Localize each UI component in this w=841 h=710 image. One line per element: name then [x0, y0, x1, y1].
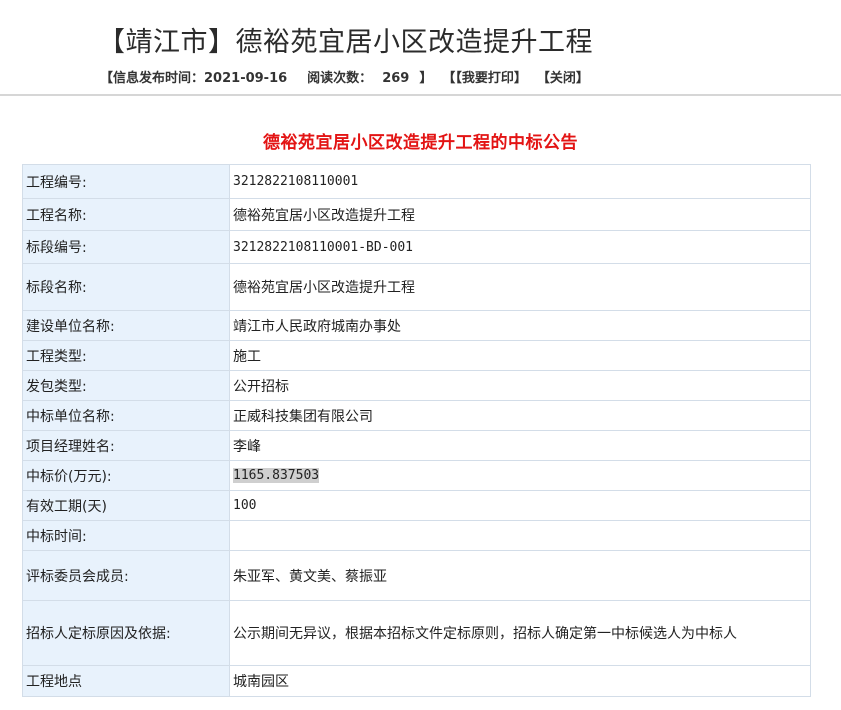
row-value: 1165.837503: [229, 460, 811, 491]
row-value: 3212822108110001: [229, 164, 811, 199]
row-key: 建设单位名称:: [22, 310, 230, 341]
row-key: 招标人定标原因及依据:: [22, 600, 230, 666]
row-value: 施工: [229, 340, 811, 371]
table-row: 工程编号: 3212822108110001: [22, 164, 811, 199]
row-value: 德裕苑宜居小区改造提升工程: [229, 263, 811, 311]
row-key: 工程类型:: [22, 340, 230, 371]
row-value: 德裕苑宜居小区改造提升工程: [229, 198, 811, 231]
table-row: 工程地点 城南园区: [22, 665, 811, 697]
table-row: 有效工期(天) 100: [22, 490, 811, 521]
row-key: 项目经理姓名:: [22, 430, 230, 461]
row-key: 工程编号:: [22, 164, 230, 199]
table-row: 中标价(万元): 1165.837503: [22, 460, 811, 491]
table-row: 中标单位名称: 正威科技集团有限公司: [22, 400, 811, 431]
row-value: 李峰: [229, 430, 811, 461]
publish-label: 【信息发布时间：: [100, 71, 205, 86]
row-value: 朱亚军、黄文美、蔡振亚: [229, 550, 811, 601]
row-key: 有效工期(天): [22, 490, 230, 521]
row-value: 3212822108110001-BD-001: [229, 230, 811, 264]
row-key: 工程名称:: [22, 198, 230, 231]
row-value: 靖江市人民政府城南办事处: [229, 310, 811, 341]
meta-bar: 【信息发布时间：2021-09-16 阅读次数： 269 】【【我要打印】 【关闭】: [100, 67, 589, 86]
row-value: 100: [229, 490, 811, 521]
row-key: 中标价(万元):: [22, 460, 230, 491]
notice-title: 德裕苑宜居小区改造提升工程的中标公告: [263, 133, 578, 153]
table-row: 项目经理姓名: 李峰: [22, 430, 811, 461]
page-title: 【靖江市】德裕苑宜居小区改造提升工程: [98, 27, 593, 58]
close-link[interactable]: 【关闭】: [537, 71, 589, 86]
publish-date: 2021-09-16: [204, 71, 288, 86]
page-header: 【靖江市】德裕苑宜居小区改造提升工程 【信息发布时间：2021-09-16 阅读次…: [0, 0, 841, 96]
table-row: 标段编号: 3212822108110001-BD-001: [22, 230, 811, 264]
row-key: 标段编号:: [22, 230, 230, 264]
read-close: 】: [419, 71, 433, 86]
row-value: 公开招标: [229, 370, 811, 401]
table-row: 工程名称: 德裕苑宜居小区改造提升工程: [22, 198, 811, 231]
row-value: 公示期间无异议，根据本招标文件定标原则，招标人确定第一中标候选人为中标人: [229, 600, 811, 666]
row-value: [229, 520, 811, 551]
row-value: 正威科技集团有限公司: [229, 400, 811, 431]
table-row: 工程类型: 施工: [22, 340, 811, 371]
row-key: 中标时间:: [22, 520, 230, 551]
row-key: 工程地点: [22, 665, 230, 697]
table-row: 标段名称: 德裕苑宜居小区改造提升工程: [22, 263, 811, 311]
highlighted-price: 1165.837503: [233, 468, 320, 483]
info-table: 工程编号: 3212822108110001 工程名称: 德裕苑宜居小区改造提升…: [22, 164, 811, 697]
table-row: 招标人定标原因及依据: 公示期间无异议，根据本招标文件定标原则，招标人确定第一中…: [22, 600, 811, 666]
table-row: 中标时间:: [22, 520, 811, 551]
row-key: 评标委员会成员:: [22, 550, 230, 601]
print-link[interactable]: 【【我要打印】: [442, 71, 527, 86]
row-key: 发包类型:: [22, 370, 230, 401]
table-row: 发包类型: 公开招标: [22, 370, 811, 401]
table-row: 建设单位名称: 靖江市人民政府城南办事处: [22, 310, 811, 341]
row-value: 城南园区: [229, 665, 811, 697]
row-key: 标段名称:: [22, 263, 230, 311]
row-key: 中标单位名称:: [22, 400, 230, 431]
read-label: 阅读次数：: [307, 71, 373, 86]
table-row: 评标委员会成员: 朱亚军、黄文美、蔡振亚: [22, 550, 811, 601]
read-count: 269: [382, 71, 410, 86]
